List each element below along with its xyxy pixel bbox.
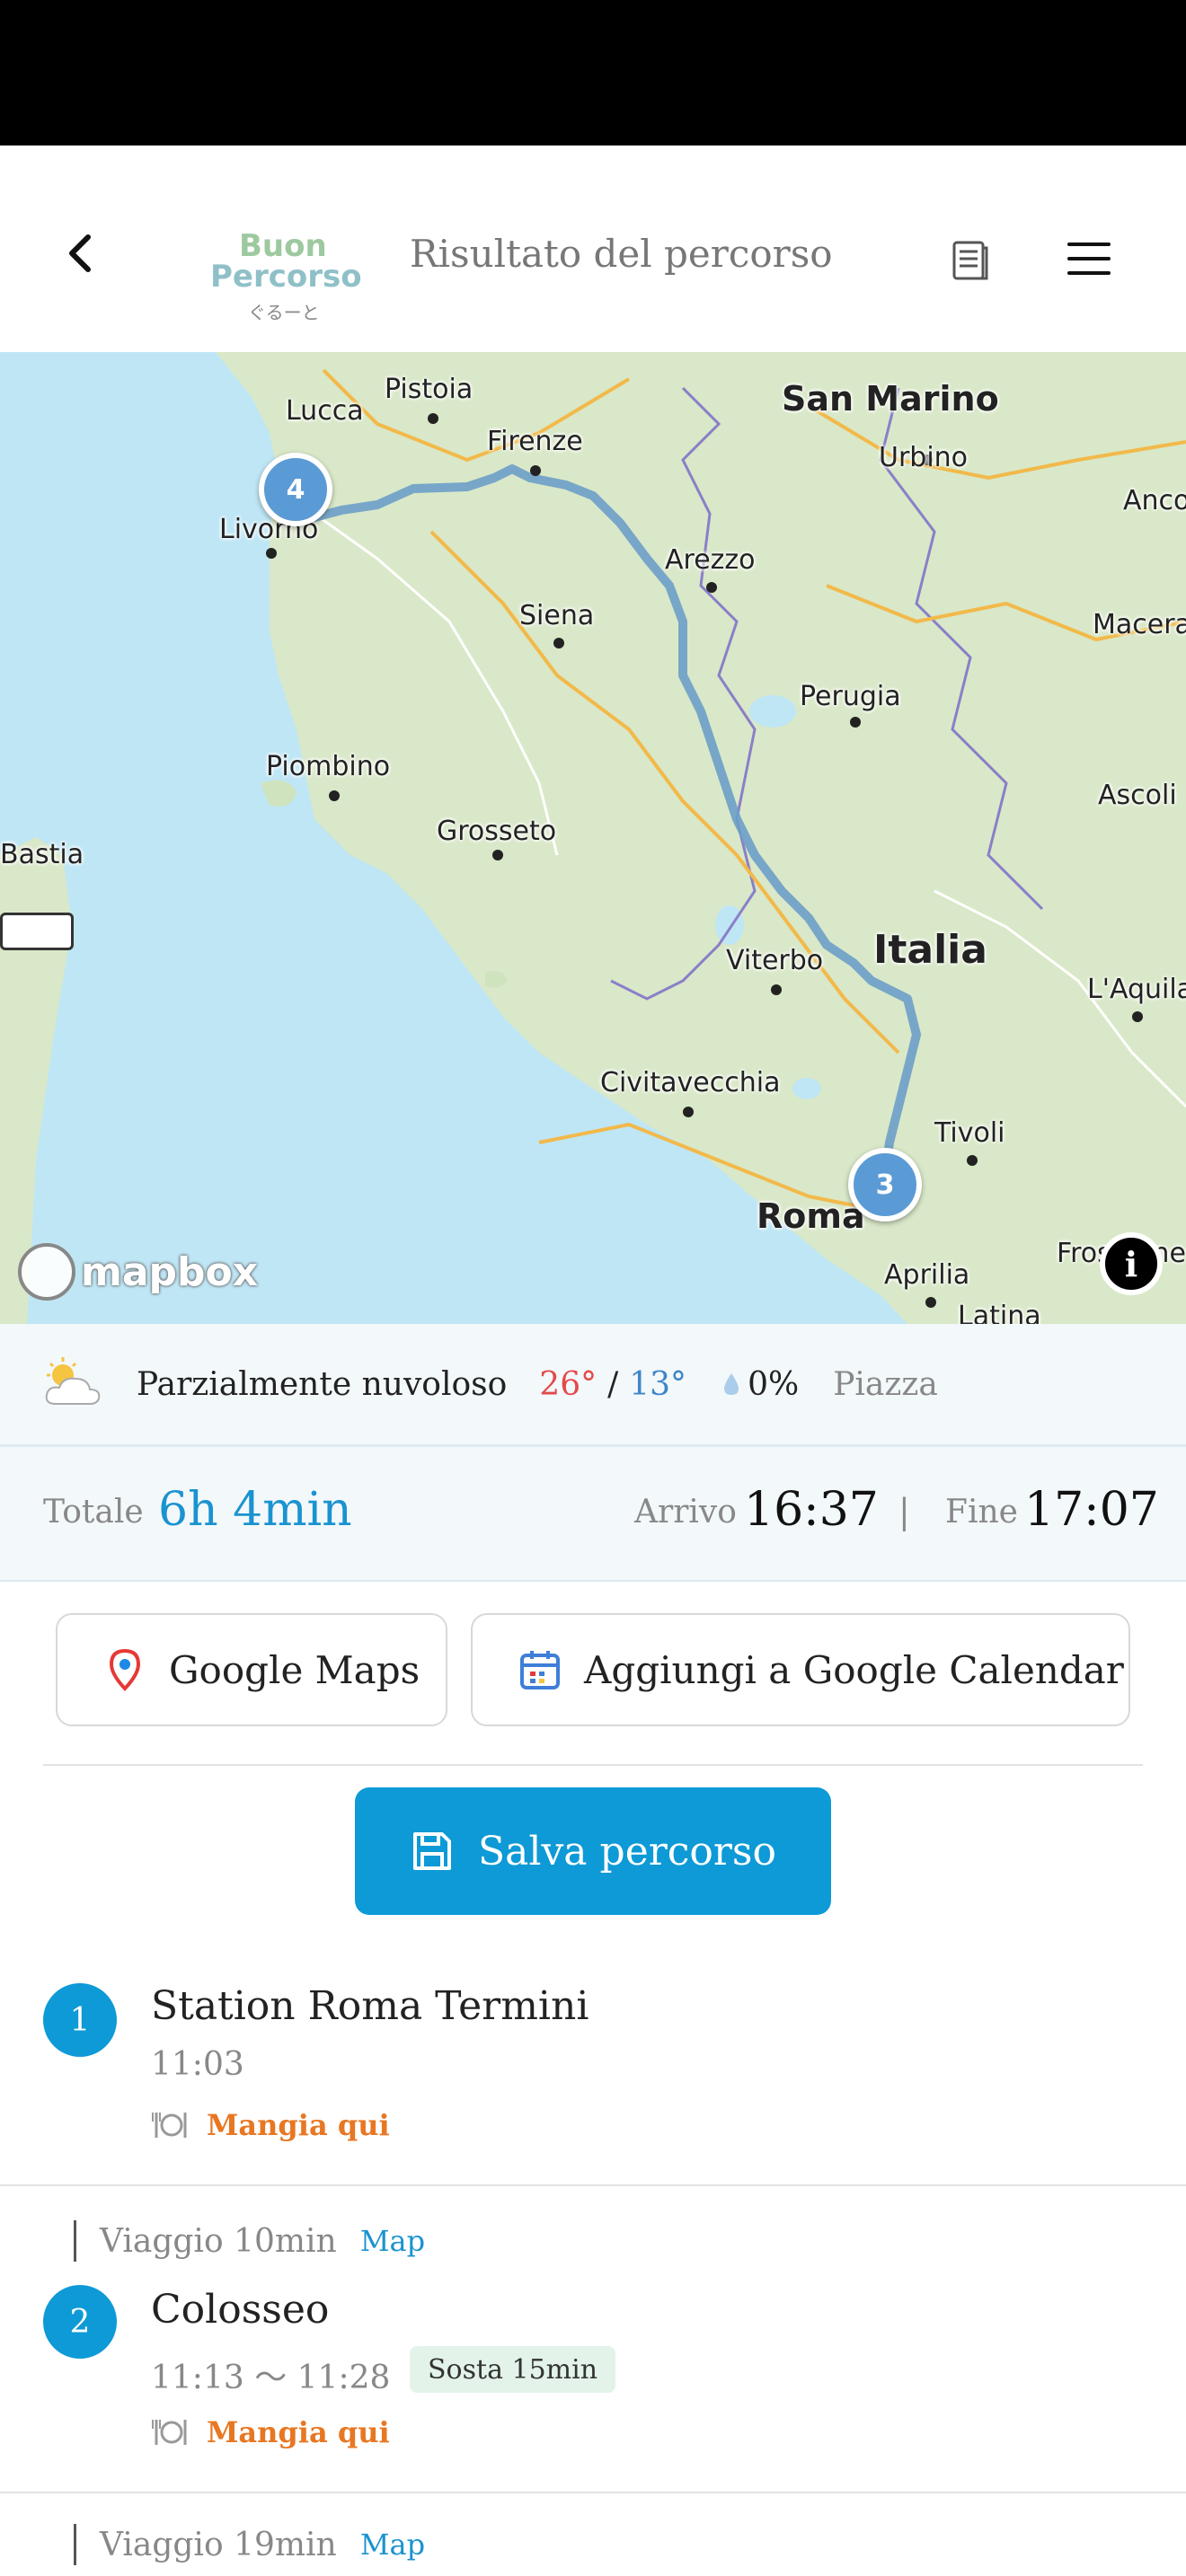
mapbox-logo-icon — [18, 1243, 75, 1301]
document-button[interactable] — [949, 239, 992, 282]
map-label: Latina — [958, 1301, 1041, 1324]
partly-cloudy-icon — [41, 1357, 104, 1411]
stop-number-badge: 1 — [43, 1983, 117, 2057]
route-map[interactable]: Lucca Pistoia Firenze San Marino Urbino … — [0, 352, 1186, 1324]
map-label: Italia — [873, 927, 987, 973]
travel-line — [74, 2524, 76, 2565]
chevron-left-icon — [69, 234, 91, 272]
section-divider — [43, 1764, 1143, 1766]
stop-time: 11:13 〜 11:28 — [151, 2360, 391, 2396]
map-label: Lucca — [286, 395, 364, 427]
travel-duration: Viaggio 10min — [100, 2222, 337, 2260]
weather-place: Piazza — [833, 1365, 938, 1403]
floppy-disk-icon — [413, 1832, 451, 1870]
temperature-low: 13° — [629, 1365, 687, 1403]
mapbox-attribution[interactable]: mapbox — [18, 1243, 258, 1301]
arrival-time: 16:37 — [744, 1483, 879, 1537]
temperature-high: 26° — [539, 1365, 597, 1403]
map-pin-icon — [109, 1648, 141, 1691]
plate-cutlery-icon — [152, 2113, 187, 2138]
menu-button[interactable] — [1066, 235, 1112, 282]
map-label: Firenze — [487, 426, 583, 457]
hamburger-menu-icon — [1067, 243, 1111, 275]
map-label: Piombino — [266, 751, 391, 782]
map-label: Ancona — [1123, 485, 1186, 516]
route-summary: Totale 6h 4min Arrivo 16:37 | Fine 17:07 — [0, 1447, 1186, 1582]
google-maps-label: Google Maps — [169, 1647, 420, 1692]
arrival-label: Arrivo — [634, 1494, 737, 1531]
travel-map-link[interactable]: Map — [360, 2224, 425, 2258]
map-label: Siena — [519, 600, 595, 631]
eat-here-link[interactable]: Mangia qui — [151, 2107, 390, 2143]
map-label: Bastia — [0, 839, 84, 870]
plate-cutlery-icon — [152, 2420, 187, 2445]
stop-name[interactable]: Colosseo — [151, 2287, 329, 2333]
route-marker[interactable]: 3 — [848, 1148, 922, 1222]
save-route-button[interactable]: Salva percorso — [355, 1787, 831, 1915]
app-header: Buon Percorso ぐるーと Risultato del percors… — [0, 146, 1186, 354]
weather-bar: Parzialmente nuvoloso 26° / 13° 0% Piazz… — [0, 1324, 1186, 1447]
map-label: Urbino — [879, 442, 969, 473]
eat-here-label: Mangia qui — [207, 2415, 390, 2449]
raindrop-icon — [724, 1373, 739, 1395]
map-label: Perugia — [800, 681, 901, 712]
status-bar — [0, 0, 1186, 146]
map-label: San Marino — [782, 379, 999, 419]
stop-time: 11:03 — [151, 2046, 244, 2083]
stay-duration-badge: Sosta 15min — [410, 2346, 616, 2393]
logo-line-3: ぐるーと — [248, 302, 320, 323]
google-calendar-label: Aggiungi a Google Calendar — [584, 1647, 1124, 1692]
map-label: Pistoia — [385, 374, 474, 405]
map-info-button[interactable]: i — [1100, 1232, 1163, 1295]
save-route-label: Salva percorso — [478, 1828, 776, 1875]
map-label: Grosseto — [437, 816, 557, 847]
travel-line — [74, 2220, 76, 2262]
travel-segment: Viaggio 19min Map — [74, 2524, 425, 2565]
stop-separator — [0, 2184, 1186, 2186]
total-duration: 6h 4min — [158, 1483, 352, 1537]
end-time: 17:07 — [1024, 1483, 1159, 1537]
map-label: Ascoli — [1098, 780, 1177, 811]
travel-map-link[interactable]: Map — [360, 2527, 425, 2562]
summary-divider: | — [898, 1492, 910, 1531]
travel-segment: Viaggio 10min Map — [74, 2220, 425, 2262]
map-overlay-box — [0, 913, 74, 950]
map-label: Viterbo — [726, 945, 824, 976]
map-label: Civitavecchia — [600, 1067, 781, 1098]
map-label: Tivoli — [934, 1117, 1005, 1149]
stop-name[interactable]: Station Roma Termini — [151, 1983, 589, 2029]
map-canvas — [0, 352, 1186, 1324]
map-label: Aprilia — [884, 1259, 970, 1291]
mapbox-wordmark: mapbox — [81, 1248, 259, 1295]
travel-duration: Viaggio 19min — [100, 2526, 337, 2563]
google-maps-button[interactable]: Google Maps — [56, 1613, 447, 1726]
eat-here-link[interactable]: Mangia qui — [151, 2414, 390, 2450]
logo-line-2: Percorso — [210, 259, 362, 295]
google-calendar-button[interactable]: Aggiungi a Google Calendar — [471, 1613, 1130, 1726]
calendar-icon — [520, 1651, 560, 1689]
eat-here-label: Mangia qui — [207, 2108, 390, 2142]
map-label: L'Aquila — [1087, 974, 1186, 1005]
end-label: Fine — [945, 1494, 1018, 1531]
document-icon — [952, 241, 988, 280]
rain-probability: 0% — [748, 1365, 800, 1403]
page-title: Risultato del percorso — [410, 232, 833, 276]
app-logo[interactable]: Buon Percorso ぐるーと — [205, 228, 367, 323]
weather-description: Parzialmente nuvoloso — [137, 1365, 508, 1403]
stop-separator — [0, 2492, 1186, 2493]
stop-number-badge: 2 — [43, 2285, 117, 2359]
back-button[interactable] — [54, 226, 108, 280]
map-label: Arezzo — [665, 544, 756, 576]
total-label: Totale — [43, 1494, 144, 1531]
map-label: Roma — [757, 1196, 865, 1236]
temperature-separator: / — [607, 1365, 619, 1403]
map-label: Macerata — [1093, 609, 1186, 640]
route-marker[interactable]: 4 — [259, 453, 332, 526]
